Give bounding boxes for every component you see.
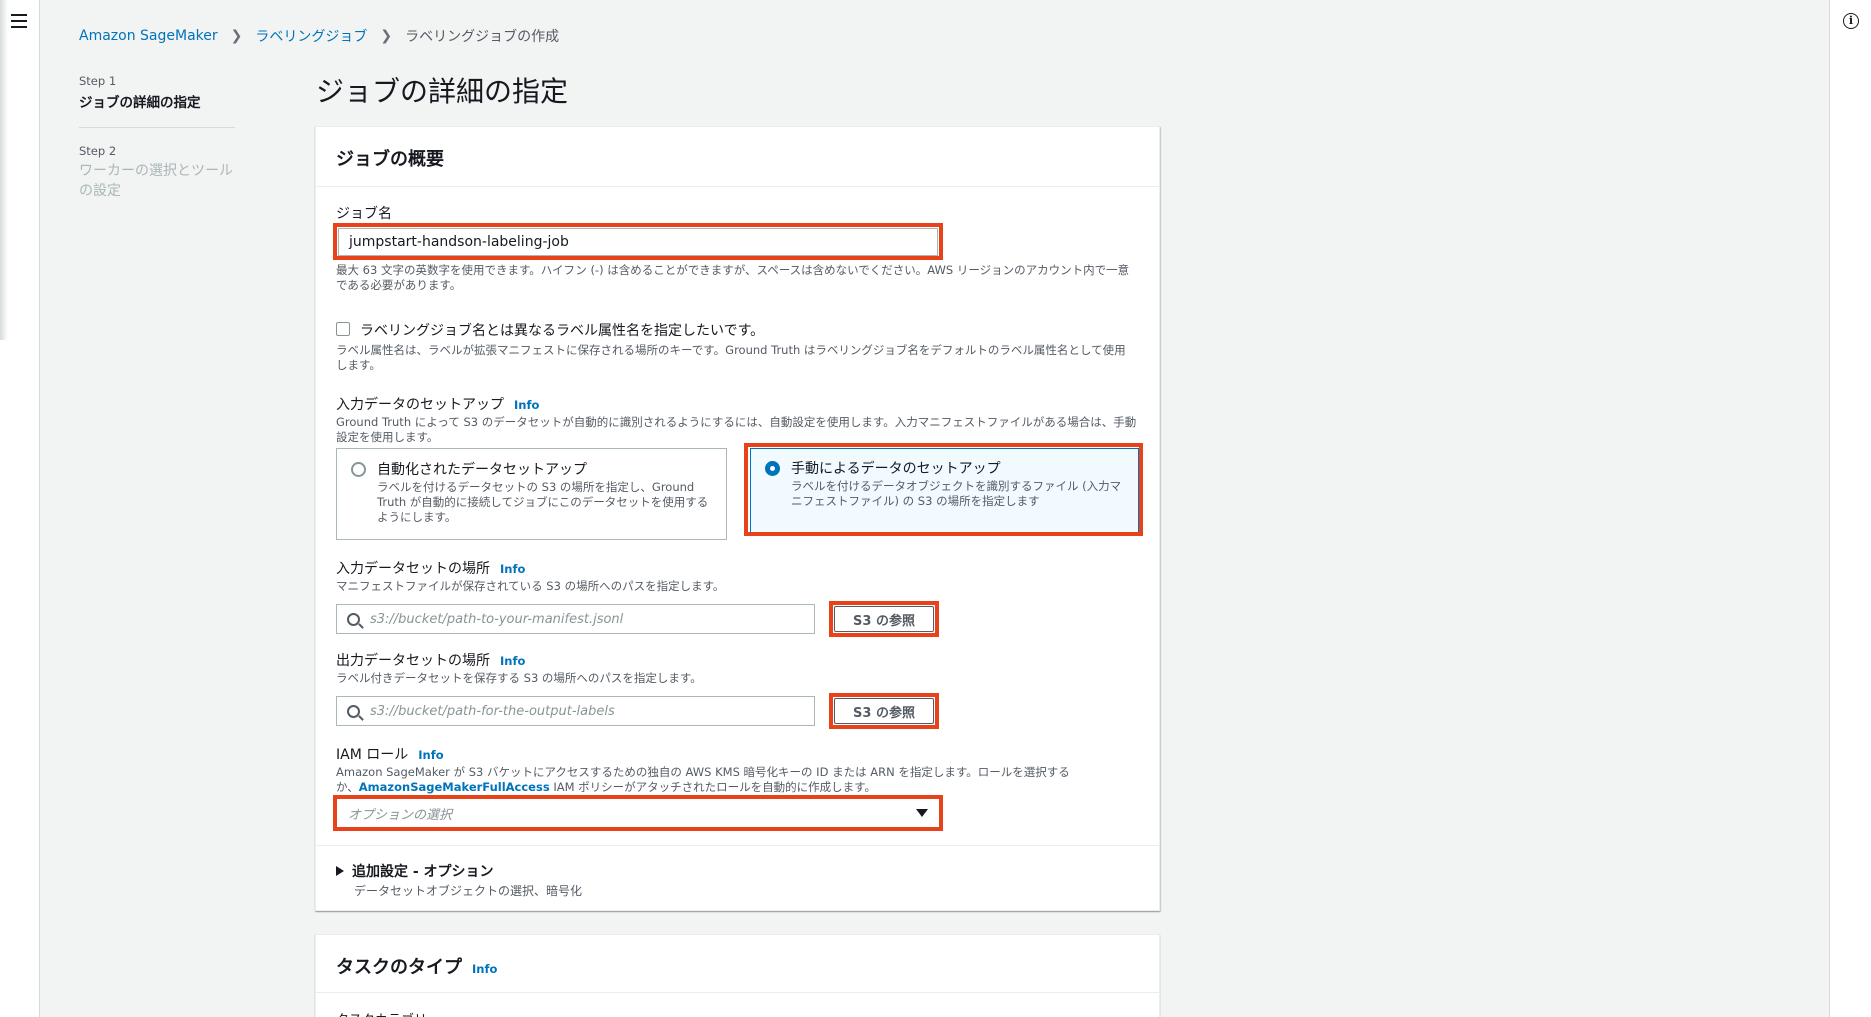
step-2-title: ワーカーの選択とツールの設定 bbox=[79, 163, 233, 199]
step-2: Step 2 ワーカーの選択とツールの設定 bbox=[79, 144, 235, 201]
automated-setup-desc: ラベルを付けるデータセットの S3 の場所を指定し、Ground Truth が… bbox=[377, 480, 709, 524]
job-name-help: 最大 63 文字の英数字を使用できます。ハイフン (-) は含めることができます… bbox=[336, 263, 1130, 292]
step-1: Step 1 ジョブの詳細の指定 bbox=[79, 74, 235, 128]
task-type-info-link[interactable]: Info bbox=[472, 962, 497, 976]
output-location-info-link[interactable]: Info bbox=[500, 654, 525, 668]
search-icon bbox=[347, 704, 360, 718]
section-divider bbox=[316, 845, 1159, 846]
job-overview-panel: ジョブの概要 ジョブ名 jumpstart-handson-labeling-j… bbox=[315, 126, 1160, 911]
breadcrumb-sagemaker-link[interactable]: Amazon SageMaker bbox=[79, 28, 218, 44]
info-circle-icon[interactable]: i bbox=[1843, 13, 1859, 29]
task-type-title: タスクのタイプ bbox=[336, 957, 462, 978]
input-location-info-link[interactable]: Info bbox=[500, 562, 525, 576]
output-location-label: 出力データセットの場所 Info bbox=[336, 650, 525, 670]
additional-settings-desc: データセットオブジェクトの選択、暗号化 bbox=[354, 884, 583, 898]
job-overview-header: ジョブの概要 bbox=[316, 127, 1159, 187]
output-location-input[interactable] bbox=[370, 703, 814, 719]
label-attr-checkbox[interactable] bbox=[336, 322, 350, 336]
automated-setup-radio[interactable] bbox=[351, 462, 366, 477]
output-location-help: ラベル付きデータセットを保存する S3 の場所へのパスを指定します。 bbox=[336, 671, 702, 685]
input-location-label: 入力データセットの場所 Info bbox=[336, 558, 525, 578]
breadcrumb: Amazon SageMaker ❯ ラベリングジョブ ❯ ラベリングジョブの作… bbox=[79, 26, 559, 46]
chevron-right-icon: ❯ bbox=[380, 28, 393, 44]
input-location-field[interactable] bbox=[336, 604, 815, 634]
iam-role-label-text: IAM ロール bbox=[336, 747, 409, 763]
breadcrumb-labeling-jobs-link[interactable]: ラベリングジョブ bbox=[255, 26, 367, 46]
input-location-input[interactable] bbox=[370, 611, 814, 627]
chevron-right-icon: ❯ bbox=[230, 28, 243, 44]
job-name-highlight bbox=[333, 223, 943, 260]
caret-right-icon bbox=[336, 866, 344, 876]
input-location-help: マニフェストファイルが保存されている S3 の場所へのパスを指定します。 bbox=[336, 579, 725, 593]
help-panel-rail: i bbox=[1829, 0, 1871, 1017]
iam-role-info-link[interactable]: Info bbox=[418, 748, 443, 762]
job-overview-body: ジョブ名 jumpstart-handson-labeling-job 最大 6… bbox=[316, 187, 1159, 910]
output-browse-highlight bbox=[829, 693, 939, 729]
additional-settings-title: 追加設定 - オプション bbox=[352, 864, 494, 880]
label-attr-checkbox-label[interactable]: ラベリングジョブ名とは異なるラベル属性名を指定したいです。 bbox=[360, 320, 764, 340]
task-type-panel: タスクのタイプ Info タスクカテゴリ bbox=[315, 934, 1160, 1017]
full-access-policy-link[interactable]: AmazonSageMakerFullAccess bbox=[359, 780, 550, 794]
search-icon bbox=[347, 612, 360, 626]
step-1-title: ジョブの詳細の指定 bbox=[79, 91, 235, 128]
manual-setup-highlight bbox=[744, 443, 1143, 536]
page-title: ジョブの詳細の指定 bbox=[316, 75, 569, 108]
rail-shadow bbox=[0, 0, 8, 340]
breadcrumb-current: ラベリングジョブの作成 bbox=[405, 29, 560, 45]
additional-settings-expander[interactable]: 追加設定 - オプション bbox=[336, 861, 494, 881]
input-setup-label: 入力データのセットアップ Info bbox=[336, 394, 539, 414]
input-setup-label-text: 入力データのセットアップ bbox=[336, 397, 504, 413]
iam-role-highlight bbox=[333, 795, 943, 831]
input-setup-info-link[interactable]: Info bbox=[514, 398, 539, 412]
output-location-label-text: 出力データセットの場所 bbox=[336, 653, 490, 669]
iam-role-label: IAM ロール Info bbox=[336, 744, 444, 764]
iam-role-help: Amazon SageMaker が S3 バケットにアクセスするための独自の … bbox=[336, 765, 1076, 795]
side-nav-rail bbox=[0, 0, 40, 1017]
automated-setup-title: 自動化されたデータセットアップ bbox=[377, 462, 587, 478]
step-2-number: Step 2 bbox=[79, 144, 117, 158]
hamburger-menu-icon[interactable] bbox=[11, 14, 27, 28]
step-1-number: Step 1 bbox=[79, 74, 117, 88]
input-browse-highlight bbox=[829, 601, 939, 637]
input-setup-help: Ground Truth によって S3 のデータセットが自動的に識別されるよう… bbox=[336, 415, 1137, 444]
label-attr-help: ラベル属性名は、ラベルが拡張マニフェストに保存される場所のキーです。Ground… bbox=[336, 343, 1126, 372]
task-category-label: タスクカテゴリ bbox=[336, 1009, 427, 1017]
automated-setup-tile[interactable]: 自動化されたデータセットアップ ラベルを付けるデータセットの S3 の場所を指定… bbox=[336, 448, 727, 540]
job-name-label: ジョブ名 bbox=[336, 206, 392, 222]
output-location-field[interactable] bbox=[336, 696, 815, 726]
wizard-steps: Step 1 ジョブの詳細の指定 Step 2 ワーカーの選択とツールの設定 bbox=[79, 74, 235, 201]
iam-role-help-post: IAM ポリシーがアタッチされたロールを自動的に作成します。 bbox=[549, 780, 877, 794]
input-location-label-text: 入力データセットの場所 bbox=[336, 561, 490, 577]
task-type-header: タスクのタイプ Info bbox=[316, 935, 1159, 993]
